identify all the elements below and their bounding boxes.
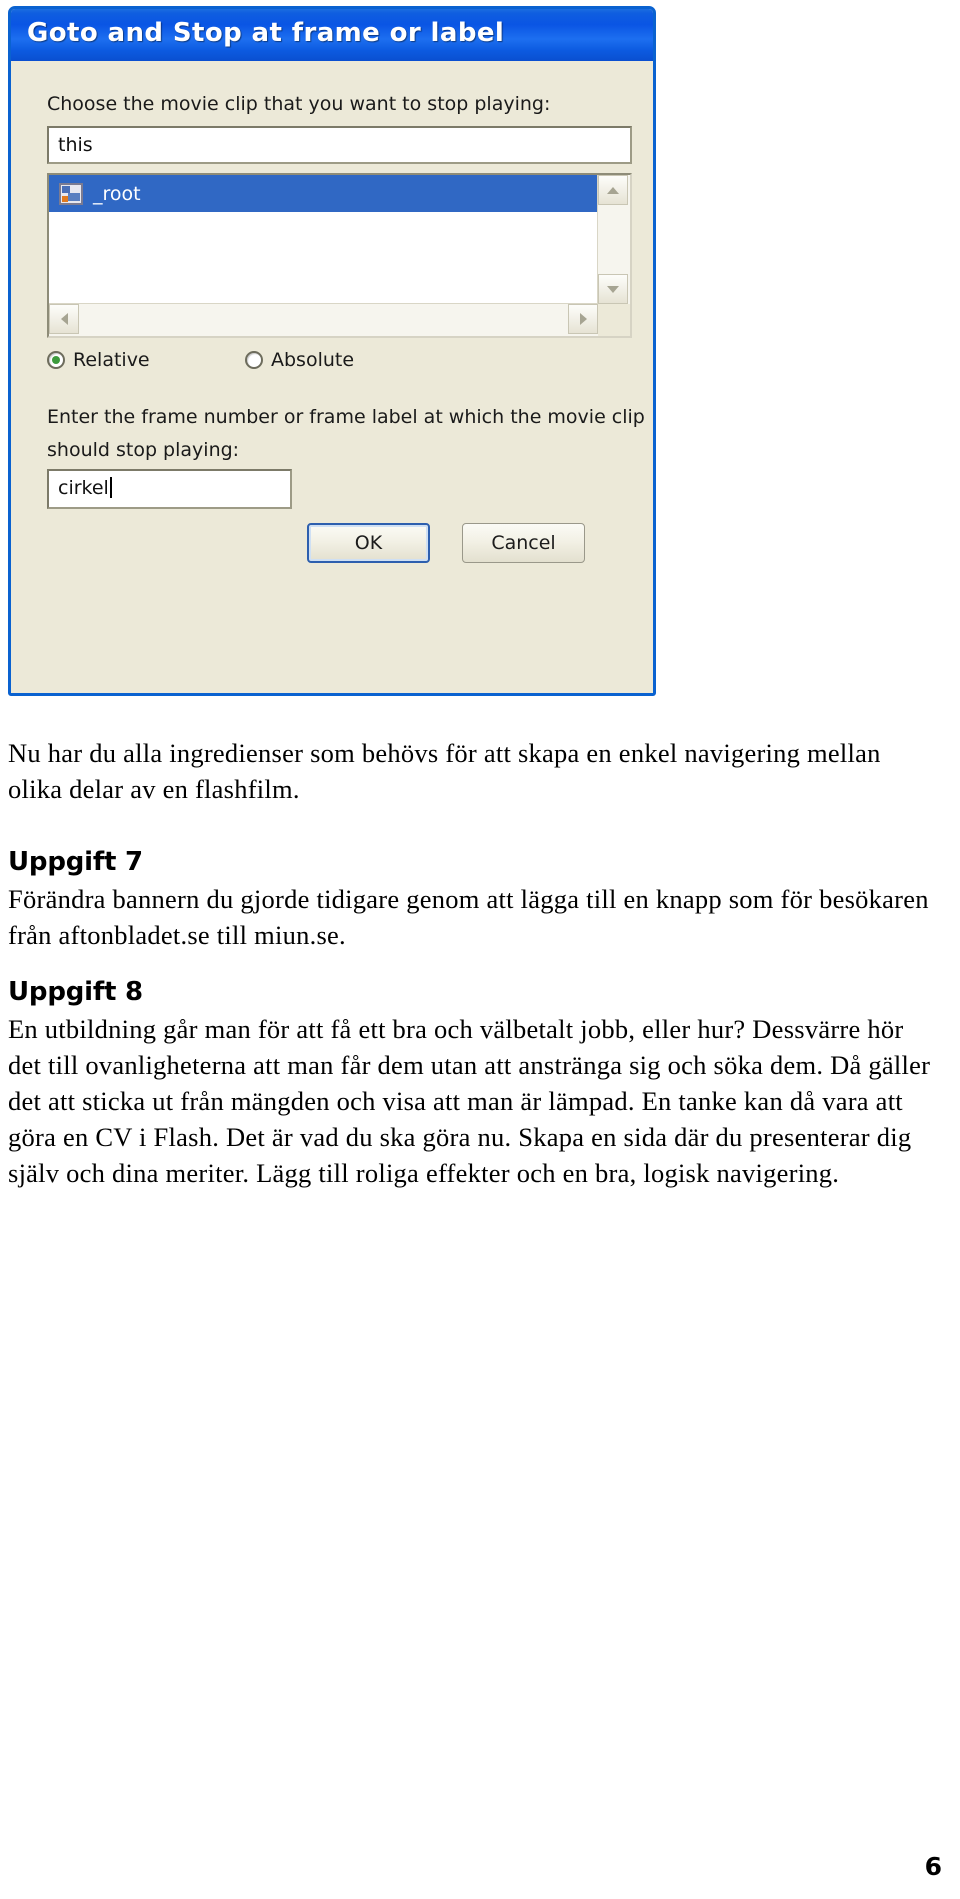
dialog-button-row: OK Cancel	[307, 523, 607, 567]
horizontal-scrollbar[interactable]	[49, 303, 598, 336]
ok-button[interactable]: OK	[307, 523, 430, 563]
page-number: 6	[924, 1852, 942, 1881]
frame-label-input-value: cirkel	[58, 477, 109, 499]
cancel-button[interactable]: Cancel	[462, 523, 585, 563]
scroll-up-icon[interactable]	[598, 175, 628, 205]
scroll-left-icon[interactable]	[49, 304, 79, 334]
radio-selected-icon	[47, 351, 65, 369]
frame-instruction-line2: should stop playing:	[47, 439, 240, 461]
radio-absolute-label: Absolute	[271, 349, 355, 371]
heading-uppgift-8: Uppgift 8	[8, 977, 143, 1007]
vertical-scrollbar[interactable]	[597, 175, 630, 304]
flash-dialog-screenshot: Goto and Stop at frame or label Choose t…	[8, 6, 658, 701]
dialog-titlebar: Goto and Stop at frame or label	[11, 9, 653, 61]
radio-unselected-icon	[245, 351, 263, 369]
text-caret	[109, 477, 112, 498]
paragraph-uppgift-8: En utbildning går man för att få ett bra…	[8, 1014, 931, 1188]
scroll-down-icon[interactable]	[598, 274, 628, 304]
list-item[interactable]: _root	[49, 175, 598, 212]
dialog-body: Choose the movie clip that you want to s…	[11, 61, 653, 693]
movie-clip-listbox[interactable]: _root	[47, 173, 632, 338]
radio-relative[interactable]: Relative	[47, 349, 150, 371]
scroll-right-icon[interactable]	[568, 304, 598, 334]
heading-uppgift-7: Uppgift 7	[8, 847, 143, 877]
choose-movie-clip-label: Choose the movie clip that you want to s…	[47, 93, 551, 115]
paragraph-uppgift-7: Förändra bannern du gjorde tidigare geno…	[8, 884, 929, 950]
frame-label-input[interactable]: cirkel	[47, 469, 292, 509]
path-mode-radio-group: Relative Absolute	[47, 349, 527, 377]
list-item-label: _root	[93, 182, 141, 205]
target-path-input[interactable]: this	[47, 126, 632, 164]
frame-instruction-line1: Enter the frame number or frame label at…	[47, 406, 645, 428]
intro-paragraph: Nu har du alla ingredienser som behövs f…	[8, 738, 881, 804]
movie-clip-icon	[59, 182, 83, 205]
radio-absolute[interactable]: Absolute	[245, 349, 354, 371]
scrollbar-corner	[598, 304, 630, 336]
goto-and-stop-dialog: Goto and Stop at frame or label Choose t…	[8, 6, 656, 696]
dialog-title: Goto and Stop at frame or label	[27, 18, 505, 48]
radio-relative-label: Relative	[73, 349, 150, 371]
